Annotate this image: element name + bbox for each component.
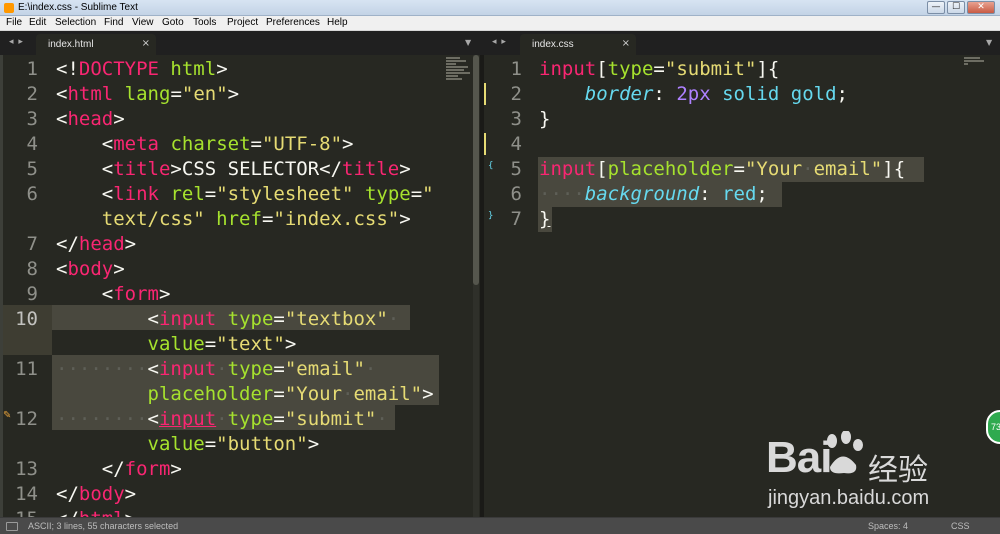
panel-toggle-icon[interactable] — [6, 522, 18, 531]
status-syntax[interactable]: CSS — [951, 521, 970, 531]
tab-close-icon[interactable]: × — [622, 38, 630, 49]
code-line-6: <link rel="stylesheet" type=" — [101, 183, 434, 205]
code-line-12-wrap: value="button"> — [147, 433, 320, 455]
badge-count: 73 — [991, 422, 1000, 432]
menu-goto[interactable]: Goto — [162, 17, 184, 28]
line-number: 13 — [15, 458, 38, 480]
menu-tools[interactable]: Tools — [193, 17, 216, 28]
status-indentation[interactable]: Spaces: 4 — [868, 521, 908, 531]
line-number-active: 10 — [15, 308, 38, 330]
code-line-11: ········<input·type="email"· — [56, 358, 377, 380]
minimize-button[interactable]: — — [927, 1, 945, 14]
code-line-8: <body> — [56, 258, 125, 280]
tab-index-html[interactable]: index.html × — [36, 34, 156, 55]
css-line-3: } — [539, 108, 551, 130]
code-line-4: <meta charset="UTF-8"> — [101, 133, 354, 155]
menu-edit[interactable]: Edit — [29, 17, 46, 28]
menu-file[interactable]: File — [6, 17, 22, 28]
tab-index-css[interactable]: index.css × — [520, 34, 636, 55]
code-line-11-wrap: placeholder="Your·email"> — [147, 383, 434, 405]
line-number: 1 — [510, 58, 522, 80]
code-line-10-wrap: value="text"> — [147, 333, 297, 355]
menu-project[interactable]: Project — [227, 17, 258, 28]
line-number: 14 — [15, 483, 38, 505]
line-number: 6 — [26, 183, 38, 205]
watermark-product: 经验 — [868, 453, 928, 488]
line-number: 1 — [26, 58, 38, 80]
menu-help[interactable]: Help — [327, 17, 348, 28]
line-number: 8 — [26, 258, 38, 280]
bookmark-icon: ✎ — [3, 410, 12, 421]
right-pane-menu-icon[interactable]: ▼ — [986, 38, 992, 47]
menu-bar: File Edit Selection Find View Goto Tools… — [0, 16, 1000, 31]
line-number: 15 — [0, 507, 38, 517]
code-line-12: ········<input·type="submit"· — [56, 408, 388, 430]
baidu-jingyan-watermark: Bai 经验 jingyan.baidu.com — [760, 425, 975, 515]
status-bar: ASCII; 3 lines, 55 characters selected S… — [0, 517, 1000, 534]
paw-icon — [827, 431, 863, 474]
fold-icon[interactable]: { — [488, 161, 493, 171]
code-line-3: <head> — [56, 108, 125, 130]
code-line-15: </html> — [56, 507, 136, 517]
code-line-2: <html lang="en"> — [56, 83, 240, 105]
css-line-7: } — [539, 208, 551, 230]
menu-preferences[interactable]: Preferences — [266, 17, 320, 28]
right-pane-nav-arrows[interactable]: ◂ ▸ — [492, 37, 507, 47]
line-number: 6 — [510, 183, 522, 205]
html-editor-pane[interactable]: 1 2 3 4 5 6 7 8 9 10 11 12 13 14 15 ✎ <!… — [0, 55, 480, 517]
line-number: 9 — [26, 283, 38, 305]
line-number: 3 — [26, 108, 38, 130]
code-line-13: </form> — [101, 458, 182, 480]
line-number: 4 — [26, 133, 38, 155]
css-line-5: input[placeholder="Your·email"]{ — [539, 158, 906, 180]
line-number: 2 — [510, 83, 522, 105]
line-number: 2 — [26, 83, 38, 105]
line-number: 11 — [15, 358, 38, 380]
css-line-2: border: 2px solid gold; — [584, 83, 848, 105]
code-line-7: </head> — [56, 233, 137, 255]
css-line-1: input[type="submit"]{ — [539, 58, 780, 80]
left-pane-nav-arrows[interactable]: ◂ ▸ — [9, 37, 24, 47]
code-line-9: <form> — [101, 283, 171, 305]
maximize-button[interactable]: ☐ — [947, 1, 965, 14]
minimap[interactable] — [964, 57, 990, 87]
code-line-6-wrap: text/css" href="index.css"> — [101, 208, 411, 230]
code-line-1: <!DOCTYPE html> — [56, 58, 228, 80]
close-window-button[interactable]: ✕ — [967, 1, 995, 14]
menu-selection[interactable]: Selection — [55, 17, 96, 28]
window-title: E:\index.css - Sublime Text — [18, 2, 138, 13]
code-line-14: </body> — [56, 483, 137, 505]
menu-view[interactable]: View — [132, 17, 154, 28]
tab-close-icon[interactable]: × — [142, 38, 150, 49]
watermark-url: jingyan.baidu.com — [768, 487, 930, 509]
title-bar: E:\index.css - Sublime Text — ☐ ✕ — [0, 0, 1000, 16]
minimap[interactable] — [446, 57, 472, 87]
tab-label: index.css — [532, 39, 574, 50]
code-line-5: <title>CSS SELECTOR</title> — [101, 158, 411, 180]
sublime-app-icon — [4, 3, 14, 13]
scrollbar-thumb[interactable] — [473, 55, 479, 285]
code-line-10: <input type="textbox"· — [147, 308, 400, 330]
tab-bar: ◂ ▸ index.html × ▼ ◂ ▸ index.css × ▼ — [0, 31, 1000, 55]
line-number: 3 — [510, 108, 522, 130]
menu-find[interactable]: Find — [104, 17, 123, 28]
fold-icon[interactable]: } — [488, 211, 493, 221]
tab-label: index.html — [48, 39, 94, 50]
line-number: 4 — [510, 133, 522, 155]
status-selection-info: ASCII; 3 lines, 55 characters selected — [28, 521, 179, 531]
scrollbar[interactable] — [473, 55, 479, 517]
left-pane-menu-icon[interactable]: ▼ — [465, 38, 471, 47]
css-line-6: ····background: red; — [539, 183, 768, 205]
line-number: 7 — [26, 233, 38, 255]
line-number: 5 — [26, 158, 38, 180]
